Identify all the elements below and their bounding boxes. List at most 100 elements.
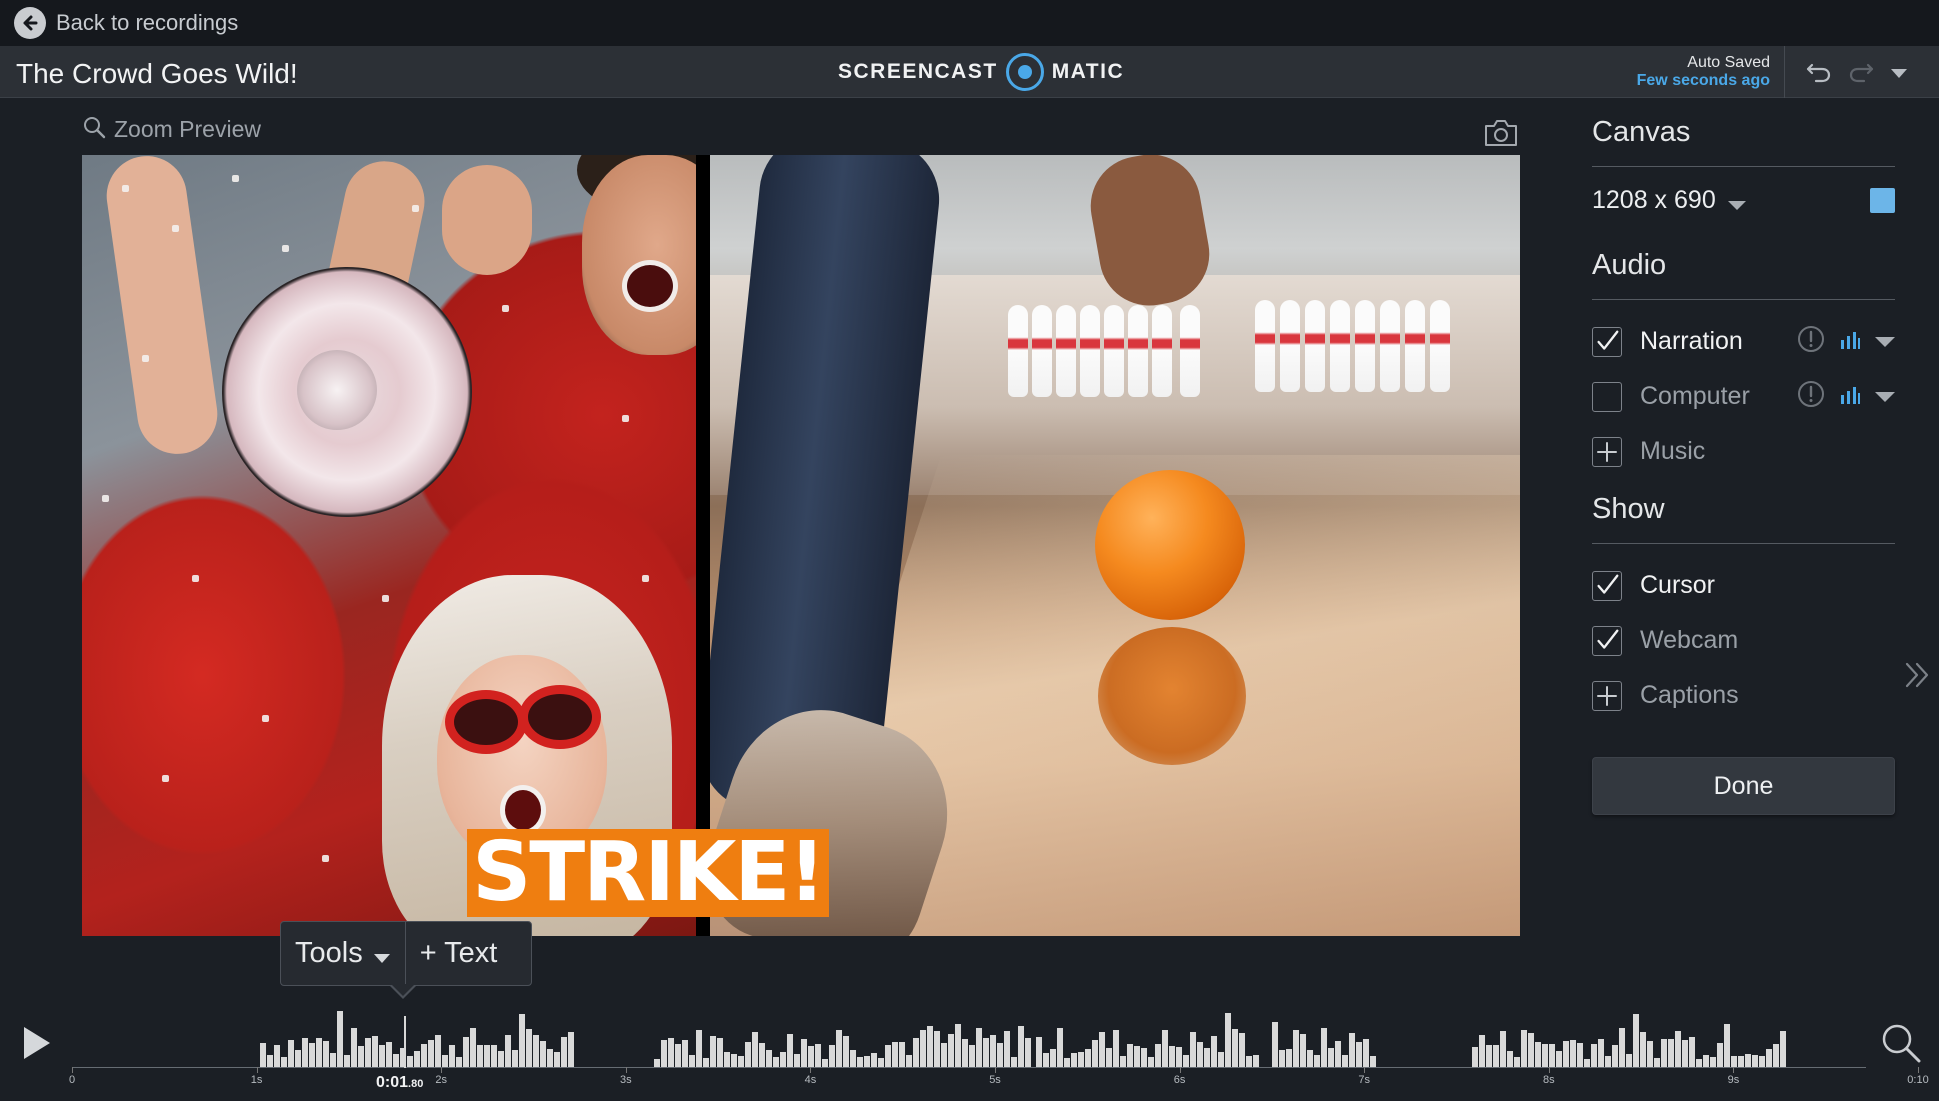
music-label: Music: [1640, 437, 1706, 465]
double-chevron-right-icon: [1903, 662, 1931, 694]
strike-text-overlay[interactable]: STRIKE!: [467, 829, 829, 917]
waveform-bar: [1521, 1029, 1527, 1067]
menu-chevron-down-icon[interactable]: [1890, 66, 1908, 84]
waveform-bar: [1286, 1048, 1292, 1067]
waveform-bar: [1633, 1014, 1639, 1067]
waveform-bar: [1218, 1051, 1224, 1067]
waveform-bar: [477, 1044, 483, 1067]
waveform-bar: [1654, 1058, 1660, 1067]
waveform-bar: [1204, 1047, 1210, 1067]
zoom-preview-label: Zoom Preview: [114, 116, 261, 142]
waveform-bar: [1584, 1059, 1590, 1067]
plus-icon: [1597, 441, 1617, 462]
waveform-bar: [955, 1023, 961, 1067]
waveform-bar: [1120, 1056, 1126, 1067]
add-text-button[interactable]: + Text: [406, 922, 512, 985]
back-to-recordings-button[interactable]: Back to recordings: [14, 7, 238, 39]
checkmark-icon: [1597, 629, 1619, 649]
waveform-bar: [1598, 1039, 1604, 1067]
timeline-tick: [625, 1067, 627, 1073]
waveform-bar: [801, 1039, 807, 1067]
waveform-bar: [1127, 1043, 1133, 1067]
waveform-bar: [344, 1055, 350, 1067]
undo-icon[interactable]: [1806, 60, 1832, 89]
waveform-bar: [1211, 1035, 1217, 1067]
waveform-bar: [414, 1051, 420, 1067]
collapse-panel-button[interactable]: [1903, 660, 1931, 695]
canvas-color-swatch[interactable]: [1870, 187, 1895, 213]
checkmark-icon: [1597, 330, 1619, 350]
waveform-bar: [1071, 1053, 1077, 1067]
waveform-bar: [337, 1010, 343, 1067]
waveform-bar: [288, 1040, 294, 1067]
waveform-bar: [1675, 1031, 1681, 1067]
waveform-bar: [815, 1043, 821, 1067]
webcam-checkbox[interactable]: [1592, 625, 1622, 656]
waveform-bar: [470, 1028, 476, 1067]
waveform-bar: [703, 1058, 709, 1067]
waveform-bar: [484, 1044, 490, 1067]
waveform-bar: [505, 1035, 511, 1067]
computer-audio-checkbox[interactable]: [1592, 381, 1622, 412]
timeline[interactable]: 0:01.80 0 1s 2s 3s 4s 5s 6s 7s 8s 9s 0:10: [69, 990, 1929, 1100]
narration-options-chevron-icon[interactable]: [1875, 336, 1895, 347]
waveform-bar: [1141, 1048, 1147, 1067]
canvas-section-title: Canvas: [1592, 116, 1691, 148]
done-button[interactable]: Done: [1592, 757, 1895, 815]
waveform-bar: [808, 1046, 814, 1067]
waveform-bar: [850, 1050, 856, 1067]
playhead-time-fraction: .80: [408, 1078, 424, 1090]
chevron-down-icon[interactable]: [1727, 200, 1746, 210]
logo-text-left: SCREENCAST: [838, 60, 998, 83]
waveform-bar: [1570, 1040, 1576, 1067]
waveform-bar: [274, 1044, 280, 1067]
waveform-bar: [1036, 1037, 1042, 1067]
waveform-bar: [990, 1034, 996, 1067]
waveform-bar: [1528, 1032, 1534, 1067]
narration-checkbox[interactable]: [1592, 326, 1622, 357]
save-status-label: Auto Saved: [1687, 54, 1770, 71]
playhead[interactable]: [404, 1016, 406, 1068]
waveform-bar: [1225, 1012, 1231, 1067]
audio-level-icon[interactable]: [1839, 328, 1861, 355]
computer-options-chevron-icon[interactable]: [1875, 391, 1895, 402]
canvas-size-select[interactable]: 1208 x 690: [1592, 186, 1716, 215]
crowd-photo: [82, 155, 696, 936]
zoom-preview-toggle[interactable]: Zoom Preview: [82, 115, 261, 144]
waveform-bar: [871, 1053, 877, 1067]
add-captions-button[interactable]: [1592, 680, 1622, 711]
waveform-bar: [1183, 1054, 1189, 1067]
audio-level-icon[interactable]: [1839, 383, 1861, 410]
waveform-bar: [1486, 1044, 1492, 1067]
waveform-bar: [554, 1052, 560, 1067]
warning-icon[interactable]: [1797, 380, 1825, 413]
video-preview[interactable]: STRIKE!: [82, 155, 1520, 936]
waveform-bar: [696, 1030, 702, 1067]
waveform-bar: [766, 1050, 772, 1067]
timeline-tick-label: 0:10: [1907, 1074, 1929, 1086]
waveform-bar: [1363, 1039, 1369, 1067]
waveform-bar: [920, 1030, 926, 1067]
waveform-bar: [1018, 1026, 1024, 1067]
camera-icon: [1483, 120, 1519, 152]
add-music-button[interactable]: [1592, 436, 1622, 467]
redo-icon[interactable]: [1848, 60, 1874, 89]
waveform-bar: [393, 1054, 399, 1067]
plus-icon: [1597, 685, 1617, 706]
play-button[interactable]: [24, 1027, 50, 1059]
timeline-zoom-button[interactable]: [1880, 1022, 1922, 1069]
waveform-bar: [829, 1044, 835, 1067]
waveform-bar: [710, 1036, 716, 1067]
waveform-bar: [717, 1037, 723, 1067]
screenshot-button[interactable]: [1483, 118, 1519, 153]
timeline-tick: [1548, 1067, 1550, 1073]
cursor-label: Cursor: [1640, 571, 1716, 599]
waveform-bar: [1738, 1056, 1744, 1067]
cursor-checkbox[interactable]: [1592, 570, 1622, 601]
tools-popup: Tools + Text: [280, 921, 532, 986]
waveform-bar: [456, 1057, 462, 1067]
warning-icon[interactable]: [1797, 325, 1825, 358]
recording-title[interactable]: The Crowd Goes Wild!: [16, 58, 298, 90]
waveform-bar: [463, 1037, 469, 1067]
tools-dropdown-button[interactable]: Tools: [281, 922, 405, 985]
